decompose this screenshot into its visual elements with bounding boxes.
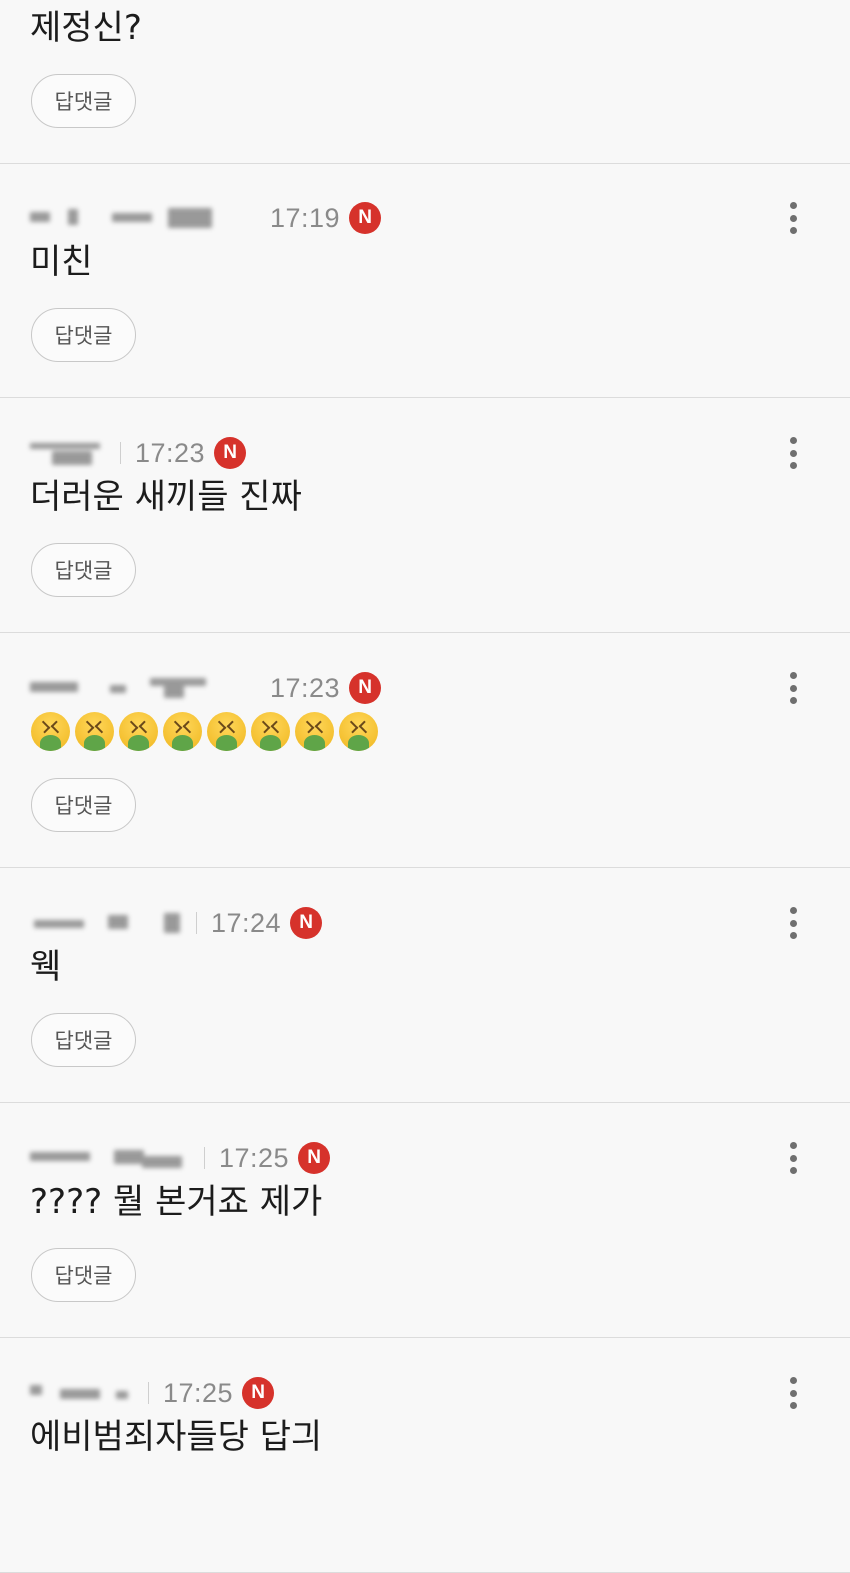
comment-text: 미친 (30, 242, 93, 282)
more-options-icon[interactable] (787, 202, 799, 234)
nauseated-face-icon (207, 712, 246, 751)
comment-text: 에비범죄자들당 답긔 (30, 1417, 323, 1457)
comment-text: 웩 (30, 947, 62, 987)
divider (148, 1382, 149, 1404)
more-options-icon[interactable] (787, 907, 799, 939)
nauseated-face-icon (75, 712, 114, 751)
more-options-icon[interactable] (787, 672, 799, 704)
comment-time: 17:23 (270, 672, 341, 703)
reply-button[interactable]: 답댓글 (31, 308, 136, 362)
reply-button[interactable]: 답댓글 (31, 778, 136, 832)
comment-time: 17:23 (135, 437, 206, 468)
blurred-nickname (30, 676, 226, 700)
new-badge-icon: N (214, 437, 247, 469)
comment-meta: 17:19 N (30, 202, 382, 234)
comment-time: 17:25 (163, 1377, 234, 1408)
comment-item: 17:23 N 더러운 새끼들 진짜 답댓글 (0, 399, 850, 633)
blurred-nickname (30, 206, 226, 230)
comment-text: 제정신? (30, 8, 142, 48)
more-options-icon[interactable] (787, 437, 799, 469)
blurred-nickname (30, 441, 106, 465)
reply-button[interactable]: 답댓글 (31, 543, 136, 597)
nauseated-face-icon (295, 712, 334, 751)
blurred-nickname (30, 1381, 134, 1405)
comment-meta: 17:23 N (30, 437, 247, 469)
comment-text: 더러운 새끼들 진짜 (30, 477, 302, 517)
divider (196, 912, 197, 934)
nauseated-face-icon (163, 712, 202, 751)
comment-item: 17:24 N 웩 답댓글 (0, 869, 850, 1103)
new-badge-icon: N (298, 1142, 331, 1174)
new-badge-icon: N (349, 672, 382, 704)
comment-time: 17:24 (211, 907, 282, 938)
more-options-icon[interactable] (787, 1377, 799, 1409)
reply-button[interactable]: 답댓글 (31, 1013, 136, 1067)
reply-button[interactable]: 답댓글 (31, 1248, 136, 1302)
comment-meta: 17:25 N (30, 1142, 331, 1174)
comment-meta: 17:23 N (30, 672, 382, 704)
comment-text: ???? 뭘 본거죠 제가 (30, 1182, 323, 1222)
comment-item: 17:25 N ???? 뭘 본거죠 제가 답댓글 (0, 1104, 850, 1338)
blurred-nickname (30, 1146, 190, 1170)
new-badge-icon: N (349, 202, 382, 234)
nauseated-face-icon (31, 712, 70, 751)
comment-item: 제정신? 답댓글 (0, 0, 850, 164)
more-options-icon[interactable] (787, 1142, 799, 1174)
blurred-nickname (30, 911, 182, 935)
comment-meta: 17:24 N (30, 907, 323, 939)
comment-time: 17:25 (219, 1142, 290, 1173)
comment-item: 17:19 N 미친 답댓글 (0, 164, 850, 398)
nauseated-face-icon (339, 712, 378, 751)
nauseated-face-icon (251, 712, 290, 751)
divider (204, 1147, 205, 1169)
comment-meta: 17:25 N (30, 1377, 275, 1409)
comment-item: 17:25 N 에비범죄자들당 답긔 (0, 1339, 850, 1573)
comment-time: 17:19 (270, 202, 341, 233)
comment-item: 17:23 N 답댓글 (0, 634, 850, 868)
emoji-row (31, 712, 378, 751)
new-badge-icon: N (290, 907, 323, 939)
new-badge-icon: N (242, 1377, 275, 1409)
nauseated-face-icon (119, 712, 158, 751)
divider (120, 442, 121, 464)
reply-button[interactable]: 답댓글 (31, 74, 136, 128)
